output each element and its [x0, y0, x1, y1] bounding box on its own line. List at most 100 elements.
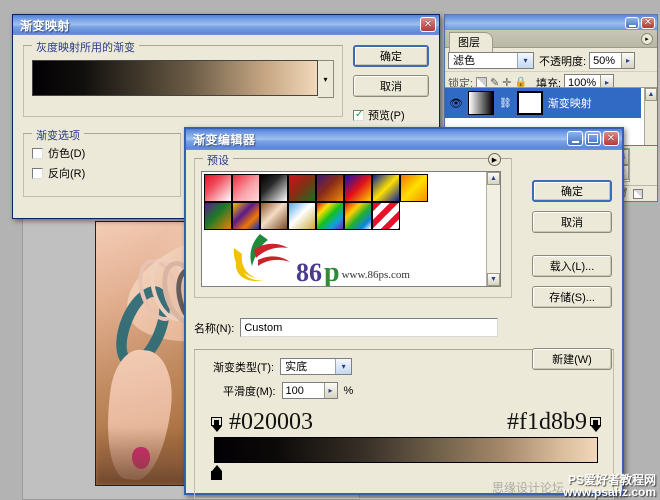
- gradient-used-group: 灰度映射所用的渐变 ▾: [23, 39, 343, 117]
- preset-swatch-chrome[interactable]: [288, 202, 316, 230]
- color-stop-left[interactable]: [211, 465, 222, 480]
- presets-scrollbar[interactable]: ▲ ▼: [486, 172, 500, 286]
- checkbox-preview[interactable]: ✓ 预览(P): [353, 107, 429, 123]
- layers-minimize-button[interactable]: [625, 16, 639, 29]
- preset-swatch-red-green[interactable]: [288, 174, 316, 202]
- smoothness-value[interactable]: 100: [282, 383, 324, 398]
- layers-scrollbar[interactable]: ▲: [644, 88, 657, 145]
- preset-swatch-transparent-stripes[interactable]: [372, 202, 400, 230]
- layers-panel-titlebar[interactable]: [445, 15, 657, 30]
- eye-icon[interactable]: 👁: [449, 97, 463, 110]
- preset-swatch-violet-orange[interactable]: [316, 174, 344, 202]
- checkbox-reverse[interactable]: 反向(R): [32, 165, 172, 181]
- layer-mask-thumbnail[interactable]: [516, 91, 543, 115]
- layers-close-button[interactable]: [641, 16, 655, 29]
- screenshot-root: 图层 ▸ 滤色 ▾ 不透明度: 50% ▸ 锁定: ✎ ✛ 🔒 填充:: [0, 0, 660, 500]
- preset-swatch-foreground-to-transparent-red[interactable]: [204, 174, 232, 202]
- watermark-86ps-url: www.86ps.com: [341, 269, 410, 281]
- chevron-down-icon[interactable]: ▾: [517, 53, 533, 68]
- tab-layers-label: 图层: [458, 37, 480, 49]
- gradient-editor-close-button[interactable]: [603, 131, 619, 146]
- smoothness-unit: %: [343, 384, 354, 397]
- preset-swatch-blue-yellow-blue[interactable]: [372, 174, 400, 202]
- chevron-up-icon-3: ▲: [490, 175, 497, 182]
- gradient-name-input[interactable]: [240, 318, 499, 337]
- right-stop-hex-label: #f1d8b9: [507, 409, 587, 435]
- checkbox-dither[interactable]: 仿色(D): [32, 145, 172, 161]
- gradient-edit-bar[interactable]: [214, 437, 598, 463]
- gradient-editor-title: 渐变编辑器: [193, 133, 256, 147]
- gradient-editor-cancel-button[interactable]: 取消: [532, 211, 612, 233]
- preview-checkbox-box[interactable]: ✓: [353, 109, 364, 121]
- blend-mode-value: 滤色: [453, 55, 475, 67]
- gradient-options-legend: 渐变选项: [32, 127, 84, 143]
- gradient-editor-titlebar[interactable]: 渐变编辑器: [186, 129, 622, 150]
- layer-row-gradient-map[interactable]: 👁 ⛓ 渐变映射: [445, 88, 641, 118]
- preset-swatch-orange-yellow-orange[interactable]: [400, 174, 428, 202]
- gradient-map-title: 渐变映射: [20, 18, 71, 33]
- gradient-options-group: 渐变选项 仿色(D) 反向(R): [23, 127, 181, 197]
- preset-swatch-copper[interactable]: [260, 202, 288, 230]
- gradient-editor-new-button[interactable]: 新建(W): [532, 348, 612, 370]
- gradient-strip-area: #020003 #f1d8b9: [211, 409, 601, 483]
- reverse-checkbox-box[interactable]: [32, 167, 43, 179]
- preset-swatch-box[interactable]: 86 p www.86ps.com 中国Photoshop资源网 ▲ ▼: [201, 171, 501, 287]
- watermark-86-text: 86: [296, 258, 322, 287]
- link-icon[interactable]: ⛓: [499, 98, 512, 109]
- gradient-type-select[interactable]: 实底 ▾: [280, 358, 353, 375]
- opacity-stepper-arrow-icon[interactable]: ▸: [621, 53, 635, 68]
- opacity-value[interactable]: 50%: [590, 53, 622, 68]
- chevron-down-icon-5[interactable]: ▾: [335, 359, 352, 374]
- opacity-stop-left[interactable]: [211, 417, 222, 432]
- gradient-map-cancel-button[interactable]: 取消: [353, 75, 429, 97]
- presets-legend: 预设: [203, 152, 233, 168]
- gradient-map-ok-button[interactable]: 确定: [353, 45, 429, 67]
- presets-scroll-up-button[interactable]: ▲: [487, 172, 500, 185]
- preset-swatch-yellow-violet-orange-blue[interactable]: [232, 202, 260, 230]
- smoothness-stepper-arrow-icon[interactable]: ▸: [323, 383, 337, 398]
- preset-swatch-transparent-rainbow[interactable]: [344, 202, 372, 230]
- watermark-86ps: 86 p www.86ps.com: [230, 232, 410, 287]
- new-layer-icon[interactable]: [632, 188, 643, 199]
- gradient-editor-load-button[interactable]: 载入(L)...: [532, 255, 612, 277]
- gradient-used-legend: 灰度映射所用的渐变: [32, 39, 139, 55]
- gradient-editor-dialog[interactable]: 渐变编辑器 预设 ▶: [184, 127, 624, 499]
- gradient-type-value: 实底: [285, 361, 308, 373]
- gradient-map-close-button[interactable]: [420, 17, 436, 32]
- name-label: 名称(N):: [194, 322, 235, 335]
- scroll-up-button[interactable]: ▲: [645, 88, 657, 101]
- gradient-editor-minimize-button[interactable]: [567, 131, 583, 146]
- preset-swatch-black-white[interactable]: [260, 174, 288, 202]
- layers-panel-menu-icon[interactable]: ▸: [641, 33, 653, 45]
- panel-menu-arrow-glyph: ▸: [645, 36, 649, 43]
- blend-mode-select[interactable]: 滤色 ▾: [448, 52, 534, 69]
- watermark-86ps-tagline: 中国Photoshop资源网: [264, 285, 375, 286]
- gradient-preset-dropdown-button[interactable]: ▾: [318, 60, 334, 98]
- preset-swatch-red-transparent-checker[interactable]: [232, 174, 260, 202]
- opacity-label: 不透明度:: [539, 55, 587, 68]
- gradient-editor-maximize-button[interactable]: [585, 131, 601, 146]
- layers-tab-row: 图层 ▸: [445, 30, 657, 52]
- tab-layers[interactable]: 图层: [449, 32, 493, 52]
- layer-thumbnail[interactable]: [468, 91, 494, 115]
- gradient-settings-group: 渐变类型(T): 实底 ▾ 平滑度(M): 100 ▸ % #020003 #f…: [194, 349, 614, 499]
- layer-name: 渐变映射: [547, 98, 592, 110]
- preset-swatch-spectrum[interactable]: [316, 202, 344, 230]
- preset-swatch-violet-green-orange[interactable]: [204, 202, 232, 230]
- gradient-map-buttons: 确定 取消 ✓ 预览(P): [353, 45, 429, 123]
- dither-checkbox-box[interactable]: [32, 147, 43, 159]
- preset-swatch-blue-red-yellow[interactable]: [344, 174, 372, 202]
- gradient-preview-swatch[interactable]: [32, 60, 318, 96]
- preview-label: 预览(P): [368, 110, 405, 122]
- gradient-map-titlebar[interactable]: 渐变映射: [13, 15, 439, 35]
- left-stop-hex-label: #020003: [229, 409, 313, 435]
- watermark-p-text: p: [324, 256, 340, 287]
- opacity-stop-right[interactable]: [590, 417, 601, 432]
- gradient-editor-ok-button[interactable]: 确定: [532, 180, 612, 202]
- gradient-editor-save-button[interactable]: 存储(S)...: [532, 286, 612, 308]
- presets-scroll-down-button[interactable]: ▼: [487, 273, 500, 286]
- chevron-down-icon-3: ▾: [323, 74, 328, 84]
- presets-menu-icon[interactable]: ▶: [488, 153, 501, 166]
- smoothness-row: 平滑度(M): 100 ▸ %: [223, 382, 607, 399]
- preset-swatch-grid: [202, 172, 439, 232]
